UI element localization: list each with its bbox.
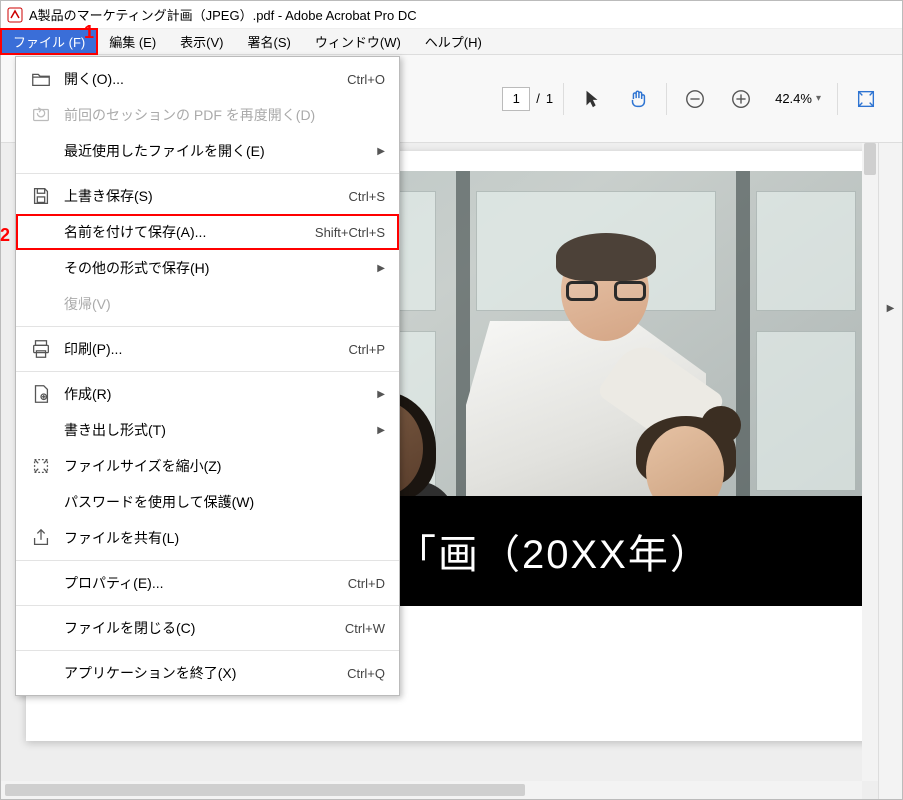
window-title: A製品のマーケティング計画（JPEG）.pdf - Adobe Acrobat …	[29, 5, 417, 24]
menubar: ファイル (F) 編集 (E) 表示(V) 署名(S) ウィンドウ(W) ヘルプ…	[1, 29, 902, 55]
menu-item-protect[interactable]: パスワードを使用して保護(W)	[16, 484, 399, 520]
zoom-percent-dropdown[interactable]: 42.4% ▾	[769, 91, 827, 106]
menu-item-save[interactable]: 上書き保存(S) Ctrl+S	[16, 178, 399, 214]
create-pdf-icon	[26, 383, 56, 405]
pan-tool-button[interactable]	[620, 81, 656, 117]
page-separator: /	[536, 91, 540, 106]
menu-window[interactable]: ウィンドウ(W)	[303, 29, 413, 54]
menu-item-label: 上書き保存(S)	[56, 186, 349, 206]
menu-separator	[16, 605, 399, 606]
menu-item-label: 書き出し形式(T)	[56, 420, 385, 440]
menu-item-save-other[interactable]: その他の形式で保存(H)	[16, 250, 399, 286]
menu-separator	[16, 326, 399, 327]
menu-item-label: 作成(R)	[56, 384, 385, 404]
menu-item-label: パスワードを使用して保護(W)	[56, 492, 385, 512]
horizontal-scrollbar-thumb[interactable]	[5, 784, 525, 796]
chevron-right-icon: ▶	[887, 303, 895, 314]
titlebar: A製品のマーケティング計画（JPEG）.pdf - Adobe Acrobat …	[1, 1, 902, 29]
menu-item-accelerator: Ctrl+D	[348, 576, 385, 591]
menu-separator	[16, 650, 399, 651]
page-current-input[interactable]	[502, 87, 530, 111]
print-icon	[26, 338, 56, 360]
zoom-in-icon	[730, 88, 752, 110]
menu-item-label: ファイルを閉じる(C)	[56, 618, 345, 638]
menu-item-export[interactable]: 書き出し形式(T)	[16, 412, 399, 448]
select-tool-button[interactable]	[574, 81, 610, 117]
zoom-out-button[interactable]	[677, 81, 713, 117]
menu-item-label: 開く(O)...	[56, 69, 347, 89]
chevron-down-icon: ▾	[816, 93, 821, 104]
separator	[563, 83, 564, 115]
menu-item-label: ファイルを共有(L)	[56, 528, 385, 548]
menu-item-label: 名前を付けて保存(A)...	[56, 222, 315, 242]
menu-item-label: プロパティ(E)...	[56, 573, 348, 593]
separator	[837, 83, 838, 115]
share-icon	[26, 527, 56, 549]
menu-item-label: 最近使用したファイルを開く(E)	[56, 141, 385, 161]
menu-separator	[16, 560, 399, 561]
menu-item-accelerator: Ctrl+O	[347, 72, 385, 87]
menu-item-create[interactable]: 作成(R)	[16, 376, 399, 412]
menu-item-save-as[interactable]: 名前を付けて保存(A)... Shift+Ctrl+S	[16, 214, 399, 250]
menu-sign[interactable]: 署名(S)	[236, 29, 303, 54]
page-total: 1	[546, 91, 553, 106]
menu-item-exit[interactable]: アプリケーションを終了(X) Ctrl+Q	[16, 655, 399, 691]
hand-icon	[627, 88, 649, 110]
menu-item-label: アプリケーションを終了(X)	[56, 663, 347, 683]
menu-item-print[interactable]: 印刷(P)... Ctrl+P	[16, 331, 399, 367]
fit-page-icon	[855, 88, 877, 110]
separator	[666, 83, 667, 115]
menu-view[interactable]: 表示(V)	[168, 29, 235, 54]
menu-item-properties[interactable]: プロパティ(E)... Ctrl+D	[16, 565, 399, 601]
menu-separator	[16, 371, 399, 372]
menu-item-close-file[interactable]: ファイルを閉じる(C) Ctrl+W	[16, 610, 399, 646]
zoom-in-button[interactable]	[723, 81, 759, 117]
tools-pane-collapsed[interactable]: ▶	[878, 143, 902, 799]
menu-item-label: その他の形式で保存(H)	[56, 258, 385, 278]
menu-item-recent-files[interactable]: 最近使用したファイルを開く(E)	[16, 133, 399, 169]
compress-icon	[26, 455, 56, 477]
fit-page-button[interactable]	[848, 81, 884, 117]
menu-item-accelerator: Shift+Ctrl+S	[315, 225, 385, 240]
menu-item-accelerator: Ctrl+S	[349, 189, 385, 204]
menu-file[interactable]: ファイル (F)	[1, 29, 97, 54]
menu-item-label: 前回のセッションの PDF を再度開く(D)	[56, 105, 385, 125]
file-menu-dropdown: 開く(O)... Ctrl+O 前回のセッションの PDF を再度開く(D) 最…	[15, 56, 400, 696]
zoom-out-icon	[684, 88, 706, 110]
history-icon	[26, 104, 56, 126]
zoom-percent-label: 42.4%	[775, 91, 812, 106]
vertical-scrollbar-thumb[interactable]	[864, 143, 876, 175]
cursor-icon	[581, 88, 603, 110]
menu-item-accelerator: Ctrl+W	[345, 621, 385, 636]
menu-item-reduce-size[interactable]: ファイルサイズを縮小(Z)	[16, 448, 399, 484]
save-icon	[26, 185, 56, 207]
toolbar-right-group: / 1 42.4% ▾	[502, 74, 902, 124]
menu-item-label: 印刷(P)...	[56, 339, 349, 359]
menu-item-accelerator: Ctrl+P	[349, 342, 385, 357]
menu-item-revert: 復帰(V)	[16, 286, 399, 322]
menu-item-reopen-session: 前回のセッションの PDF を再度開く(D)	[16, 97, 399, 133]
menu-item-accelerator: Ctrl+Q	[347, 666, 385, 681]
menu-edit[interactable]: 編集 (E)	[97, 29, 168, 54]
folder-open-icon	[26, 68, 56, 90]
menu-help[interactable]: ヘルプ(H)	[413, 29, 494, 54]
menu-separator	[16, 173, 399, 174]
acrobat-icon	[7, 7, 23, 23]
horizontal-scrollbar[interactable]	[1, 781, 862, 799]
vertical-scrollbar[interactable]	[862, 143, 878, 781]
menu-item-label: 復帰(V)	[56, 294, 385, 314]
document-title-text: 「画（20XX年）	[396, 522, 712, 580]
menu-item-open[interactable]: 開く(O)... Ctrl+O	[16, 61, 399, 97]
page-indicator: / 1	[502, 87, 553, 111]
menu-item-share[interactable]: ファイルを共有(L)	[16, 520, 399, 556]
menu-item-label: ファイルサイズを縮小(Z)	[56, 456, 385, 476]
